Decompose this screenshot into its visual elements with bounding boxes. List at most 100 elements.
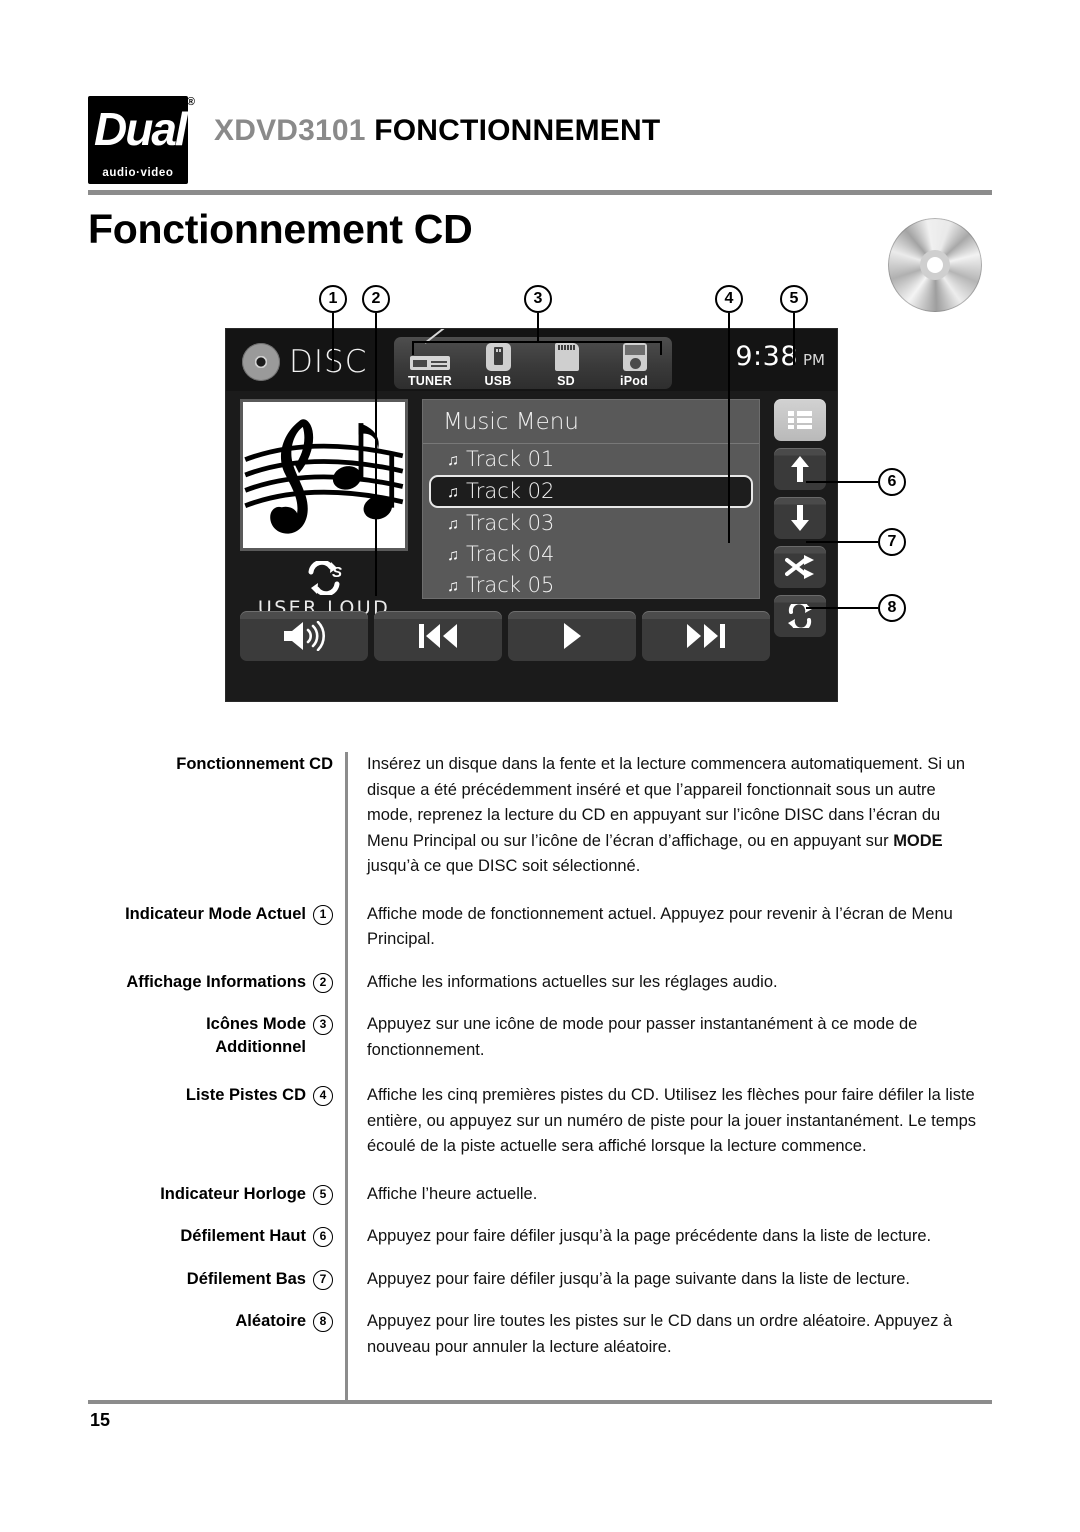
shuffle-icon <box>785 555 814 579</box>
leader-line-1 <box>332 313 334 371</box>
leader-line-4 <box>728 313 730 543</box>
leader-line-2 <box>375 313 377 596</box>
cd-disc-icon <box>888 218 982 312</box>
term-text: Indicateur Horloge <box>160 1184 306 1203</box>
shuffle-button[interactable] <box>774 546 826 588</box>
term-callout-number: 7 <box>313 1269 333 1290</box>
repeat-single-icon: S <box>308 561 342 595</box>
term-label: Indicateur Horloge 5 <box>120 1182 345 1208</box>
track-list-title: Music Menu <box>423 400 759 444</box>
term-label: Défilement Haut 6 <box>120 1224 345 1250</box>
term-text: Aléatoire <box>235 1312 306 1330</box>
mode-label-sd: SD <box>557 374 575 388</box>
term-label: Indicateur Mode Actuel 1 <box>120 902 345 953</box>
section-name: FONCTIONNEMENT <box>374 114 661 147</box>
callout-3: 3 <box>524 285 552 313</box>
callout-5: 5 <box>780 285 808 313</box>
definition-part-2: jusqu’à ce que DISC soit sélectionné. <box>367 857 641 875</box>
track-row[interactable]: ♫ Track 03 <box>423 508 759 539</box>
callout-2: 2 <box>362 285 390 313</box>
definition-text: Affiche les informations actuelles sur l… <box>367 972 778 991</box>
manual-page: Dual ® audio·video XDVD3101 FONCTIONNEME… <box>0 0 1080 1532</box>
term-text: Défilement Bas <box>186 1269 306 1288</box>
term-callout-number: 1 <box>313 904 333 925</box>
cd-track-list: Music Menu ♫ Track 01 ♫ Track 02 ♫ Track… <box>422 399 760 599</box>
track-row[interactable]: ♫ Track 05 <box>423 570 759 601</box>
previous-track-button[interactable] <box>374 611 502 661</box>
registered-mark: ® <box>186 96 195 108</box>
volume-speaker-icon <box>284 621 325 651</box>
description-row: Défilement Bas 7 Appuyez pour faire défi… <box>120 1267 980 1293</box>
page-title: Fonctionnement CD <box>88 206 473 252</box>
term-text: Défilement Haut <box>180 1227 306 1245</box>
description-row: Icônes Mode Additionnel 3 Appuyez sur un… <box>120 1012 980 1063</box>
logo-wordmark: Dual <box>94 103 188 155</box>
header-divider <box>88 190 992 195</box>
definition-text: Affiche l’heure actuelle. <box>367 1184 538 1203</box>
definition-text: Appuyez pour faire défiler jusqu’à la pa… <box>367 1227 932 1245</box>
mode-label-tuner: TUNER <box>407 374 453 388</box>
leader-line-3 <box>537 313 539 343</box>
scroll-up-button[interactable] <box>774 448 826 490</box>
definition-text: Appuyez pour lire toutes les pistes sur … <box>367 1312 953 1356</box>
definition-text: Affiche mode de fonctionnement actuel. A… <box>367 904 953 949</box>
description-row: Indicateur Horloge 5 Affiche l’heure act… <box>120 1182 980 1208</box>
track-row[interactable]: ♫ Track 01 <box>423 444 759 475</box>
next-track-icon <box>687 624 725 648</box>
scroll-down-button[interactable] <box>774 497 826 539</box>
music-staff-notes-icon <box>244 419 404 534</box>
description-row: Indicateur Mode Actuel 1 Affiche mode de… <box>120 902 980 953</box>
track-label: Track 02 <box>466 479 555 503</box>
definition-bold: MODE <box>893 831 943 850</box>
track-label: Track 05 <box>466 573 555 597</box>
clock-time: 9:38 <box>735 341 798 372</box>
definition-text: Insérez un disque dans la fente et la le… <box>345 752 980 880</box>
track-label: Track 04 <box>466 542 555 566</box>
arrow-down-icon <box>791 505 809 531</box>
callout-7: 7 <box>878 528 906 556</box>
next-track-button[interactable] <box>642 611 770 661</box>
current-mode-indicator[interactable]: DISC <box>242 343 367 381</box>
term-text: Icônes Mode Additionnel <box>206 1015 306 1056</box>
play-icon <box>564 623 581 649</box>
previous-track-icon <box>419 624 457 648</box>
definition-text: Appuyez sur une icône de mode pour passe… <box>367 1015 918 1059</box>
callout-8: 8 <box>878 594 906 622</box>
term-callout-number: 5 <box>313 1184 333 1205</box>
transport-controls <box>240 611 826 663</box>
term-callout-number: 8 <box>313 1312 333 1332</box>
header-title: XDVD3101 FONCTIONNEMENT <box>214 114 660 148</box>
description-row: Affichage Informations 2 Affiche les inf… <box>120 970 980 996</box>
music-note-icon: ♫ <box>447 514 459 533</box>
leader-line-7 <box>806 541 878 543</box>
model-number: XDVD3101 <box>214 114 366 147</box>
term-callout-number: 6 <box>313 1227 333 1247</box>
description-row: Défilement Haut 6 Appuyez pour faire déf… <box>120 1224 980 1250</box>
term-text: Fonctionnement CD <box>176 755 333 773</box>
leader-line-8 <box>806 607 878 609</box>
volume-button[interactable] <box>240 611 368 661</box>
track-label: Track 01 <box>466 447 555 471</box>
description-row: Aléatoire 8 Appuyez pour lire toutes les… <box>120 1309 980 1360</box>
track-row[interactable]: ♫ Track 04 <box>423 539 759 570</box>
callout-3-bracket <box>412 341 662 355</box>
clock-indicator: 9:38 PM <box>735 341 825 372</box>
term-callout-number: 2 <box>313 972 333 993</box>
description-row: Liste Pistes CD 4 Affiche les cinq premi… <box>120 1083 980 1160</box>
music-note-icon: ♫ <box>447 482 459 501</box>
term-callout-number: 4 <box>313 1086 333 1106</box>
list-icon <box>788 411 812 429</box>
music-note-icon: ♫ <box>447 450 459 469</box>
list-view-button[interactable] <box>774 399 826 441</box>
callout-4: 4 <box>715 285 743 313</box>
callout-1: 1 <box>319 285 347 313</box>
play-button[interactable] <box>508 611 636 661</box>
leader-line-5 <box>793 313 795 365</box>
device-screen: DISC TUNER USB SD iPod 9:38 PM S USER LO… <box>225 328 838 702</box>
track-row-selected[interactable]: ♫ Track 02 <box>429 475 753 508</box>
term-text: Affichage Informations <box>126 972 306 991</box>
clock-ampm: PM <box>803 351 825 369</box>
term-text: Liste Pistes CD <box>185 1086 306 1104</box>
definition-part-1: Insérez un disque dans la fente et la le… <box>367 755 966 850</box>
term-label: Aléatoire 8 <box>120 1309 345 1360</box>
